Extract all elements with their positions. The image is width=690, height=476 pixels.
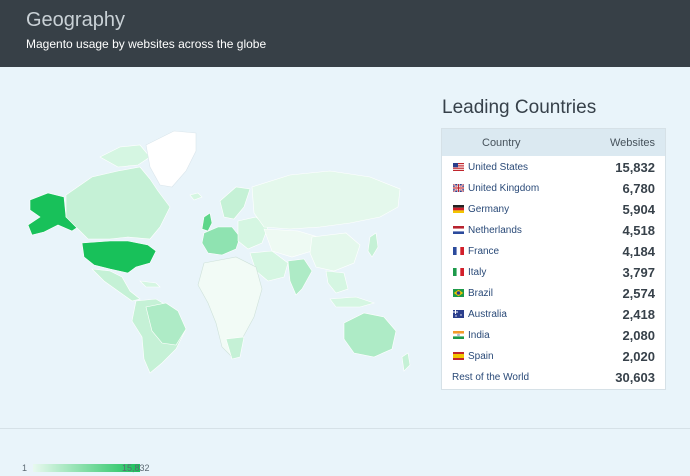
page-subtitle: Magento usage by websites across the glo… <box>26 37 267 51</box>
page-header: Geography Magento usage by websites acro… <box>0 0 690 67</box>
map-region-western-europe[interactable] <box>201 226 241 256</box>
websites-count: 2,418 <box>622 307 655 322</box>
es-flag-icon <box>453 352 464 360</box>
table-row[interactable]: Italy 3,797 <box>442 262 665 283</box>
websites-count: 2,574 <box>622 286 655 301</box>
world-map-svg[interactable] <box>0 67 420 397</box>
de-flag-icon <box>453 205 464 213</box>
map-region-russia[interactable] <box>251 170 401 230</box>
country-name: United Kingdom <box>468 183 540 194</box>
map-region-indonesia[interactable] <box>329 296 376 308</box>
nl-flag-icon <box>453 226 464 234</box>
table-row[interactable]: India 2,080 <box>442 325 665 346</box>
table-row[interactable]: Spain 2,020 <box>442 346 665 367</box>
table-row[interactable]: Netherlands 4,518 <box>442 220 665 241</box>
in-flag-icon <box>453 331 464 339</box>
page-title: Geography <box>26 9 125 31</box>
map-region-new-zealand[interactable] <box>401 352 411 372</box>
table-row[interactable]: France 4,184 <box>442 241 665 262</box>
table-row[interactable]: Australia 2,418 <box>442 304 665 325</box>
map-region-usa[interactable] <box>81 240 157 274</box>
us-flag-icon <box>453 163 464 171</box>
table-row[interactable]: Germany 5,904 <box>442 199 665 220</box>
table-row[interactable]: United Kingdom 6,780 <box>442 178 665 199</box>
table-header: Country Websites <box>442 129 665 156</box>
country-name: Brazil <box>468 288 494 299</box>
fr-flag-icon <box>453 247 464 255</box>
map-region-southeast-asia[interactable] <box>325 270 349 294</box>
map-region-uk[interactable] <box>201 212 213 232</box>
legend-min-value: 1 <box>22 463 28 473</box>
br-flag-icon <box>453 289 464 297</box>
map-region-canada-islands[interactable] <box>99 144 151 168</box>
country-name: Spain <box>468 351 494 362</box>
websites-count: 5,904 <box>622 202 655 217</box>
table-row[interactable]: Brazil 2,574 <box>442 283 665 304</box>
map-region-south-africa[interactable] <box>225 336 245 360</box>
country-name: Rest of the World <box>452 372 530 383</box>
leading-countries-table: Country Websites United States 15,832 Un… <box>441 128 666 390</box>
map-region-india[interactable] <box>287 258 313 296</box>
map-region-canada[interactable] <box>65 166 171 240</box>
country-name: Australia <box>468 309 507 320</box>
websites-count: 30,603 <box>615 370 655 385</box>
websites-count: 6,780 <box>622 181 655 196</box>
column-header-websites[interactable]: Websites <box>610 137 655 149</box>
country-name: United States <box>468 162 529 173</box>
au-flag-icon <box>453 310 464 318</box>
legend-max-value: 15,832 <box>122 463 150 473</box>
table-row[interactable]: United States 15,832 <box>442 157 665 178</box>
column-header-country[interactable]: Country <box>482 137 521 149</box>
country-name: Italy <box>468 267 487 278</box>
world-map[interactable]: 1 15,832 <box>0 67 420 473</box>
map-region-greenland[interactable] <box>145 130 197 188</box>
websites-count: 15,832 <box>615 160 655 175</box>
uk-flag-icon <box>453 184 464 192</box>
map-region-iceland[interactable] <box>189 192 203 201</box>
leading-countries-title: Leading Countries <box>442 97 597 118</box>
country-name: India <box>468 330 490 341</box>
map-region-caribbean[interactable] <box>139 280 161 288</box>
table-row-rest-of-world[interactable]: Rest of the World 30,603 <box>442 367 665 388</box>
websites-count: 2,080 <box>622 328 655 343</box>
websites-count: 4,518 <box>622 223 655 238</box>
map-region-china[interactable] <box>309 232 361 272</box>
map-legend: 1 15,832 <box>22 462 182 476</box>
country-name: France <box>468 246 500 257</box>
map-region-japan[interactable] <box>367 232 379 258</box>
it-flag-icon <box>453 268 464 276</box>
map-region-australia[interactable] <box>343 312 397 358</box>
country-name: Netherlands <box>468 225 522 236</box>
websites-count: 3,797 <box>622 265 655 280</box>
websites-count: 2,020 <box>622 349 655 364</box>
bottom-divider <box>0 428 690 429</box>
country-name: Germany <box>468 204 510 215</box>
map-region-central-america[interactable] <box>91 268 141 302</box>
map-region-scandinavia[interactable] <box>219 186 251 220</box>
websites-count: 4,184 <box>622 244 655 259</box>
